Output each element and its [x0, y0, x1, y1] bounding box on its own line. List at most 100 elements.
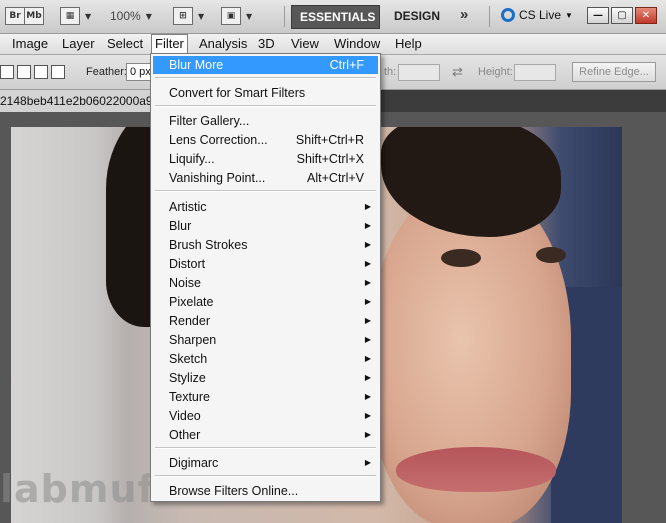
cs-live-label: CS Live	[519, 8, 562, 22]
mini-bridge-launcher[interactable]: Mb	[24, 6, 44, 26]
workspace-design-button[interactable]: DESIGN	[386, 5, 448, 27]
close-button[interactable]: ✕	[635, 7, 657, 24]
maximize-button[interactable]: ▢	[611, 7, 633, 24]
view-extras-dropdown[interactable]: ▦ ▼	[60, 6, 91, 26]
menu-item-label: Texture	[169, 390, 210, 404]
submenu-arrow-icon: ▶	[364, 430, 371, 439]
submenu-arrow-icon: ▶	[364, 316, 371, 325]
swap-width-height-icon[interactable]: ⇄	[452, 64, 463, 80]
arrange-documents-dropdown[interactable]: ⊞ ▼	[173, 6, 204, 26]
menu-item-digimarc[interactable]: Digimarc ▶	[153, 454, 378, 472]
menu-item-label: Vanishing Point...	[169, 171, 266, 185]
feather-input[interactable]: 0 px	[126, 63, 153, 81]
menu-item-artistic[interactable]: Artistic ▶	[153, 198, 378, 216]
new-selection-icon[interactable]	[0, 65, 14, 79]
menu-separator	[155, 475, 376, 477]
screen-mode-dropdown[interactable]: ▣ ▼	[221, 6, 252, 26]
submenu-arrow-icon: ▶	[364, 392, 371, 401]
menu-3d[interactable]: 3D	[258, 36, 275, 51]
menu-item-liquify[interactable]: Liquify... Shift+Ctrl+X	[153, 150, 378, 168]
submenu-arrow-icon: ▶	[364, 411, 371, 420]
shortcut-label: Ctrl+F	[329, 58, 364, 72]
bridge-icon: Br	[5, 7, 25, 25]
chevron-down-icon: ▼	[145, 11, 152, 21]
menu-image[interactable]: Image	[12, 36, 48, 51]
menu-item-label: Render	[169, 314, 210, 328]
shortcut-label: Alt+Ctrl+V	[307, 171, 364, 185]
menu-item-label: Filter Gallery...	[169, 114, 250, 128]
submenu-arrow-icon: ▶	[364, 221, 371, 230]
chevron-down-icon: ▼	[198, 11, 205, 21]
menu-separator	[155, 105, 376, 107]
feather-label: Feather:	[86, 66, 127, 78]
intersect-selection-icon[interactable]	[51, 65, 65, 79]
height-input[interactable]	[514, 64, 556, 81]
menu-item-distort[interactable]: Distort ▶	[153, 255, 378, 273]
menu-analysis[interactable]: Analysis	[199, 36, 247, 51]
height-label: Height:	[478, 66, 513, 78]
menu-select[interactable]: Select	[107, 36, 143, 51]
document-tab[interactable]: 2148beb411e2b06022000a9e2	[0, 90, 158, 112]
menu-item-blur[interactable]: Blur ▶	[153, 217, 378, 235]
cs-live-icon	[501, 8, 515, 22]
menu-view[interactable]: View	[291, 36, 319, 51]
subtract-from-selection-icon[interactable]	[34, 65, 48, 79]
menu-filter[interactable]: Filter	[151, 34, 188, 53]
filter-dropdown-menu: Blur More Ctrl+F Convert for Smart Filte…	[150, 53, 381, 502]
menu-item-lens-correction[interactable]: Lens Correction... Shift+Ctrl+R	[153, 131, 378, 149]
width-label: th:	[384, 66, 397, 78]
submenu-arrow-icon: ▶	[364, 354, 371, 363]
minimize-button[interactable]: —	[587, 7, 609, 24]
photo-eye	[441, 249, 481, 267]
menu-item-convert-smart-filters[interactable]: Convert for Smart Filters	[153, 84, 378, 102]
submenu-arrow-icon: ▶	[364, 202, 371, 211]
application-bar: Br Mb ▦ ▼ 100% ▼ ⊞ ▼ ▣ ▼ ESSENTIALS DESI…	[0, 0, 666, 34]
menu-item-brush-strokes[interactable]: Brush Strokes ▶	[153, 236, 378, 254]
toolbar-divider	[489, 6, 490, 27]
cs-live-menu[interactable]: CS Live ▼	[501, 8, 573, 22]
menu-item-label: Digimarc	[169, 456, 219, 470]
workspace-essentials-button[interactable]: ESSENTIALS	[291, 5, 380, 29]
menu-item-pixelate[interactable]: Pixelate ▶	[153, 293, 378, 311]
photo-eye	[536, 247, 566, 263]
menu-item-label: Sketch	[169, 352, 208, 366]
menu-item-label: Artistic	[169, 200, 207, 214]
bridge-launcher[interactable]: Br	[5, 6, 25, 26]
menu-item-video[interactable]: Video ▶	[153, 407, 378, 425]
menu-item-stylize[interactable]: Stylize ▶	[153, 369, 378, 387]
menu-separator	[155, 77, 376, 79]
menu-item-label: Stylize	[169, 371, 206, 385]
menu-item-blur-more[interactable]: Blur More Ctrl+F	[153, 56, 378, 74]
maximize-icon: ▢	[617, 10, 627, 21]
add-to-selection-icon[interactable]	[17, 65, 31, 79]
menu-item-sharpen[interactable]: Sharpen ▶	[153, 331, 378, 349]
menu-item-sketch[interactable]: Sketch ▶	[153, 350, 378, 368]
width-input[interactable]	[398, 64, 440, 81]
menu-item-label: Sharpen	[169, 333, 217, 347]
zoom-level-dropdown[interactable]: 100% ▼	[110, 6, 152, 26]
menu-layer[interactable]: Layer	[62, 36, 95, 51]
menu-item-filter-gallery[interactable]: Filter Gallery...	[153, 112, 378, 130]
menu-item-render[interactable]: Render ▶	[153, 312, 378, 330]
menu-item-browse-filters-online[interactable]: Browse Filters Online...	[153, 482, 378, 500]
submenu-arrow-icon: ▶	[364, 458, 371, 467]
menu-item-label: Brush Strokes	[169, 238, 248, 252]
menu-item-texture[interactable]: Texture ▶	[153, 388, 378, 406]
menu-item-noise[interactable]: Noise ▶	[153, 274, 378, 292]
refine-edge-button[interactable]: Refine Edge...	[572, 62, 656, 82]
menu-item-label: Blur More	[169, 58, 224, 72]
menu-item-vanishing-point[interactable]: Vanishing Point... Alt+Ctrl+V	[153, 169, 378, 187]
submenu-arrow-icon: ▶	[364, 259, 371, 268]
chevron-down-icon: ▼	[565, 10, 573, 20]
menu-separator	[155, 447, 376, 449]
menu-help[interactable]: Help	[395, 36, 422, 51]
toolbar-divider	[284, 6, 285, 27]
menu-item-other[interactable]: Other ▶	[153, 426, 378, 444]
menu-item-label: Blur	[169, 219, 192, 233]
submenu-arrow-icon: ▶	[364, 373, 371, 382]
submenu-arrow-icon: ▶	[364, 240, 371, 249]
submenu-arrow-icon: ▶	[364, 278, 371, 287]
submenu-arrow-icon: ▶	[364, 335, 371, 344]
menu-window[interactable]: Window	[334, 36, 380, 51]
more-workspaces-button[interactable]: »	[452, 4, 476, 26]
